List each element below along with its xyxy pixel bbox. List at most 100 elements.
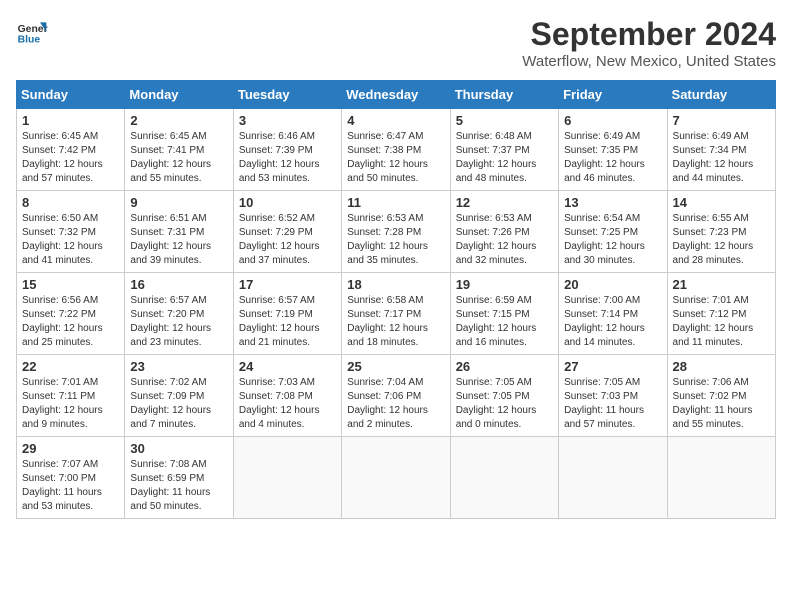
cell-content: Sunrise: 6:53 AMSunset: 7:28 PMDaylight:…: [347, 212, 444, 268]
day-number: 3: [239, 113, 336, 128]
cell-content: Sunrise: 6:49 AMSunset: 7:35 PMDaylight:…: [564, 130, 661, 186]
cell-content: Sunrise: 7:06 AMSunset: 7:02 PMDaylight:…: [673, 376, 770, 432]
cell-content: Sunrise: 6:48 AMSunset: 7:37 PMDaylight:…: [456, 130, 553, 186]
cell-content: Sunrise: 6:58 AMSunset: 7:17 PMDaylight:…: [347, 294, 444, 350]
day-number: 17: [239, 277, 336, 292]
cell-content: Sunrise: 7:08 AMSunset: 6:59 PMDaylight:…: [130, 458, 227, 514]
calendar-week-2: 8 Sunrise: 6:50 AMSunset: 7:32 PMDaylight…: [17, 191, 776, 273]
day-number: 12: [456, 195, 553, 210]
calendar-cell: 28 Sunrise: 7:06 AMSunset: 7:02 PMDayligh…: [667, 355, 775, 437]
column-header-saturday: Saturday: [667, 81, 775, 109]
day-number: 10: [239, 195, 336, 210]
calendar-cell: 20 Sunrise: 7:00 AMSunset: 7:14 PMDayligh…: [559, 273, 667, 355]
cell-content: Sunrise: 7:05 AMSunset: 7:05 PMDaylight:…: [456, 376, 553, 432]
cell-content: Sunrise: 7:01 AMSunset: 7:12 PMDaylight:…: [673, 294, 770, 350]
calendar-cell: 29 Sunrise: 7:07 AMSunset: 7:00 PMDayligh…: [17, 437, 125, 519]
day-number: 25: [347, 359, 444, 374]
location: Waterflow, New Mexico, United States: [522, 53, 776, 70]
day-number: 30: [130, 441, 227, 456]
day-number: 5: [456, 113, 553, 128]
day-number: 18: [347, 277, 444, 292]
day-number: 19: [456, 277, 553, 292]
cell-content: Sunrise: 6:49 AMSunset: 7:34 PMDaylight:…: [673, 130, 770, 186]
calendar-cell: [342, 437, 450, 519]
day-number: 4: [347, 113, 444, 128]
day-number: 26: [456, 359, 553, 374]
calendar-cell: 30 Sunrise: 7:08 AMSunset: 6:59 PMDayligh…: [125, 437, 233, 519]
cell-content: Sunrise: 6:52 AMSunset: 7:29 PMDaylight:…: [239, 212, 336, 268]
cell-content: Sunrise: 7:00 AMSunset: 7:14 PMDaylight:…: [564, 294, 661, 350]
svg-text:Blue: Blue: [18, 34, 41, 45]
day-number: 22: [22, 359, 119, 374]
day-number: 8: [22, 195, 119, 210]
cell-content: Sunrise: 6:47 AMSunset: 7:38 PMDaylight:…: [347, 130, 444, 186]
calendar-cell: 18 Sunrise: 6:58 AMSunset: 7:17 PMDayligh…: [342, 273, 450, 355]
calendar-cell: 9Sunrise: 6:51 AMSunset: 7:31 PMDaylight…: [125, 191, 233, 273]
calendar-cell: 10 Sunrise: 6:52 AMSunset: 7:29 PMDayligh…: [233, 191, 341, 273]
day-number: 29: [22, 441, 119, 456]
day-number: 6: [564, 113, 661, 128]
cell-content: Sunrise: 7:07 AMSunset: 7:00 PMDaylight:…: [22, 458, 119, 514]
column-header-monday: Monday: [125, 81, 233, 109]
day-number: 24: [239, 359, 336, 374]
month-title: September 2024: [522, 16, 776, 53]
cell-content: Sunrise: 6:57 AMSunset: 7:20 PMDaylight:…: [130, 294, 227, 350]
cell-content: Sunrise: 6:59 AMSunset: 7:15 PMDaylight:…: [456, 294, 553, 350]
calendar-week-4: 22 Sunrise: 7:01 AMSunset: 7:11 PMDayligh…: [17, 355, 776, 437]
day-number: 20: [564, 277, 661, 292]
calendar-week-5: 29 Sunrise: 7:07 AMSunset: 7:00 PMDayligh…: [17, 437, 776, 519]
calendar-week-1: 1Sunrise: 6:45 AMSunset: 7:42 PMDaylight…: [17, 109, 776, 191]
day-number: 28: [673, 359, 770, 374]
day-number: 15: [22, 277, 119, 292]
day-number: 2: [130, 113, 227, 128]
cell-content: Sunrise: 6:45 AMSunset: 7:41 PMDaylight:…: [130, 130, 227, 186]
day-number: 23: [130, 359, 227, 374]
calendar-cell: 26 Sunrise: 7:05 AMSunset: 7:05 PMDayligh…: [450, 355, 558, 437]
calendar-week-3: 15Sunrise: 6:56 AMSunset: 7:22 PMDayligh…: [17, 273, 776, 355]
calendar-cell: 4 Sunrise: 6:47 AMSunset: 7:38 PMDaylight…: [342, 109, 450, 191]
cell-content: Sunrise: 7:04 AMSunset: 7:06 PMDaylight:…: [347, 376, 444, 432]
calendar-cell: 12 Sunrise: 6:53 AMSunset: 7:26 PMDayligh…: [450, 191, 558, 273]
day-number: 21: [673, 277, 770, 292]
calendar-cell: 15Sunrise: 6:56 AMSunset: 7:22 PMDayligh…: [17, 273, 125, 355]
cell-content: Sunrise: 6:54 AMSunset: 7:25 PMDaylight:…: [564, 212, 661, 268]
cell-content: Sunrise: 7:01 AMSunset: 7:11 PMDaylight:…: [22, 376, 119, 432]
calendar-cell: 6 Sunrise: 6:49 AMSunset: 7:35 PMDaylight…: [559, 109, 667, 191]
calendar-cell: [667, 437, 775, 519]
calendar-cell: [233, 437, 341, 519]
cell-content: Sunrise: 6:53 AMSunset: 7:26 PMDaylight:…: [456, 212, 553, 268]
calendar-cell: 1Sunrise: 6:45 AMSunset: 7:42 PMDaylight…: [17, 109, 125, 191]
cell-content: Sunrise: 6:46 AMSunset: 7:39 PMDaylight:…: [239, 130, 336, 186]
calendar-cell: 7Sunrise: 6:49 AMSunset: 7:34 PMDaylight…: [667, 109, 775, 191]
cell-content: Sunrise: 6:55 AMSunset: 7:23 PMDaylight:…: [673, 212, 770, 268]
day-number: 13: [564, 195, 661, 210]
header: General Blue September 2024 Waterflow, N…: [16, 16, 776, 70]
column-header-sunday: Sunday: [17, 81, 125, 109]
calendar-cell: 3 Sunrise: 6:46 AMSunset: 7:39 PMDaylight…: [233, 109, 341, 191]
calendar-cell: 8 Sunrise: 6:50 AMSunset: 7:32 PMDaylight…: [17, 191, 125, 273]
day-number: 9: [130, 195, 227, 210]
calendar-cell: 23Sunrise: 7:02 AMSunset: 7:09 PMDayligh…: [125, 355, 233, 437]
column-header-friday: Friday: [559, 81, 667, 109]
logo-icon: General Blue: [16, 16, 48, 48]
cell-content: Sunrise: 7:05 AMSunset: 7:03 PMDaylight:…: [564, 376, 661, 432]
calendar-cell: 25 Sunrise: 7:04 AMSunset: 7:06 PMDayligh…: [342, 355, 450, 437]
calendar-cell: 14Sunrise: 6:55 AMSunset: 7:23 PMDayligh…: [667, 191, 775, 273]
calendar-table: SundayMondayTuesdayWednesdayThursdayFrid…: [16, 80, 776, 519]
calendar-cell: [559, 437, 667, 519]
calendar-cell: [450, 437, 558, 519]
day-number: 16: [130, 277, 227, 292]
day-number: 27: [564, 359, 661, 374]
calendar-cell: 21 Sunrise: 7:01 AMSunset: 7:12 PMDayligh…: [667, 273, 775, 355]
calendar-cell: 19 Sunrise: 6:59 AMSunset: 7:15 PMDayligh…: [450, 273, 558, 355]
column-header-thursday: Thursday: [450, 81, 558, 109]
calendar-cell: 11 Sunrise: 6:53 AMSunset: 7:28 PMDayligh…: [342, 191, 450, 273]
calendar-cell: 2 Sunrise: 6:45 AMSunset: 7:41 PMDaylight…: [125, 109, 233, 191]
column-header-wednesday: Wednesday: [342, 81, 450, 109]
cell-content: Sunrise: 7:03 AMSunset: 7:08 PMDaylight:…: [239, 376, 336, 432]
cell-content: Sunrise: 6:50 AMSunset: 7:32 PMDaylight:…: [22, 212, 119, 268]
column-header-tuesday: Tuesday: [233, 81, 341, 109]
calendar-cell: 5 Sunrise: 6:48 AMSunset: 7:37 PMDaylight…: [450, 109, 558, 191]
calendar-cell: 17Sunrise: 6:57 AMSunset: 7:19 PMDayligh…: [233, 273, 341, 355]
day-number: 11: [347, 195, 444, 210]
